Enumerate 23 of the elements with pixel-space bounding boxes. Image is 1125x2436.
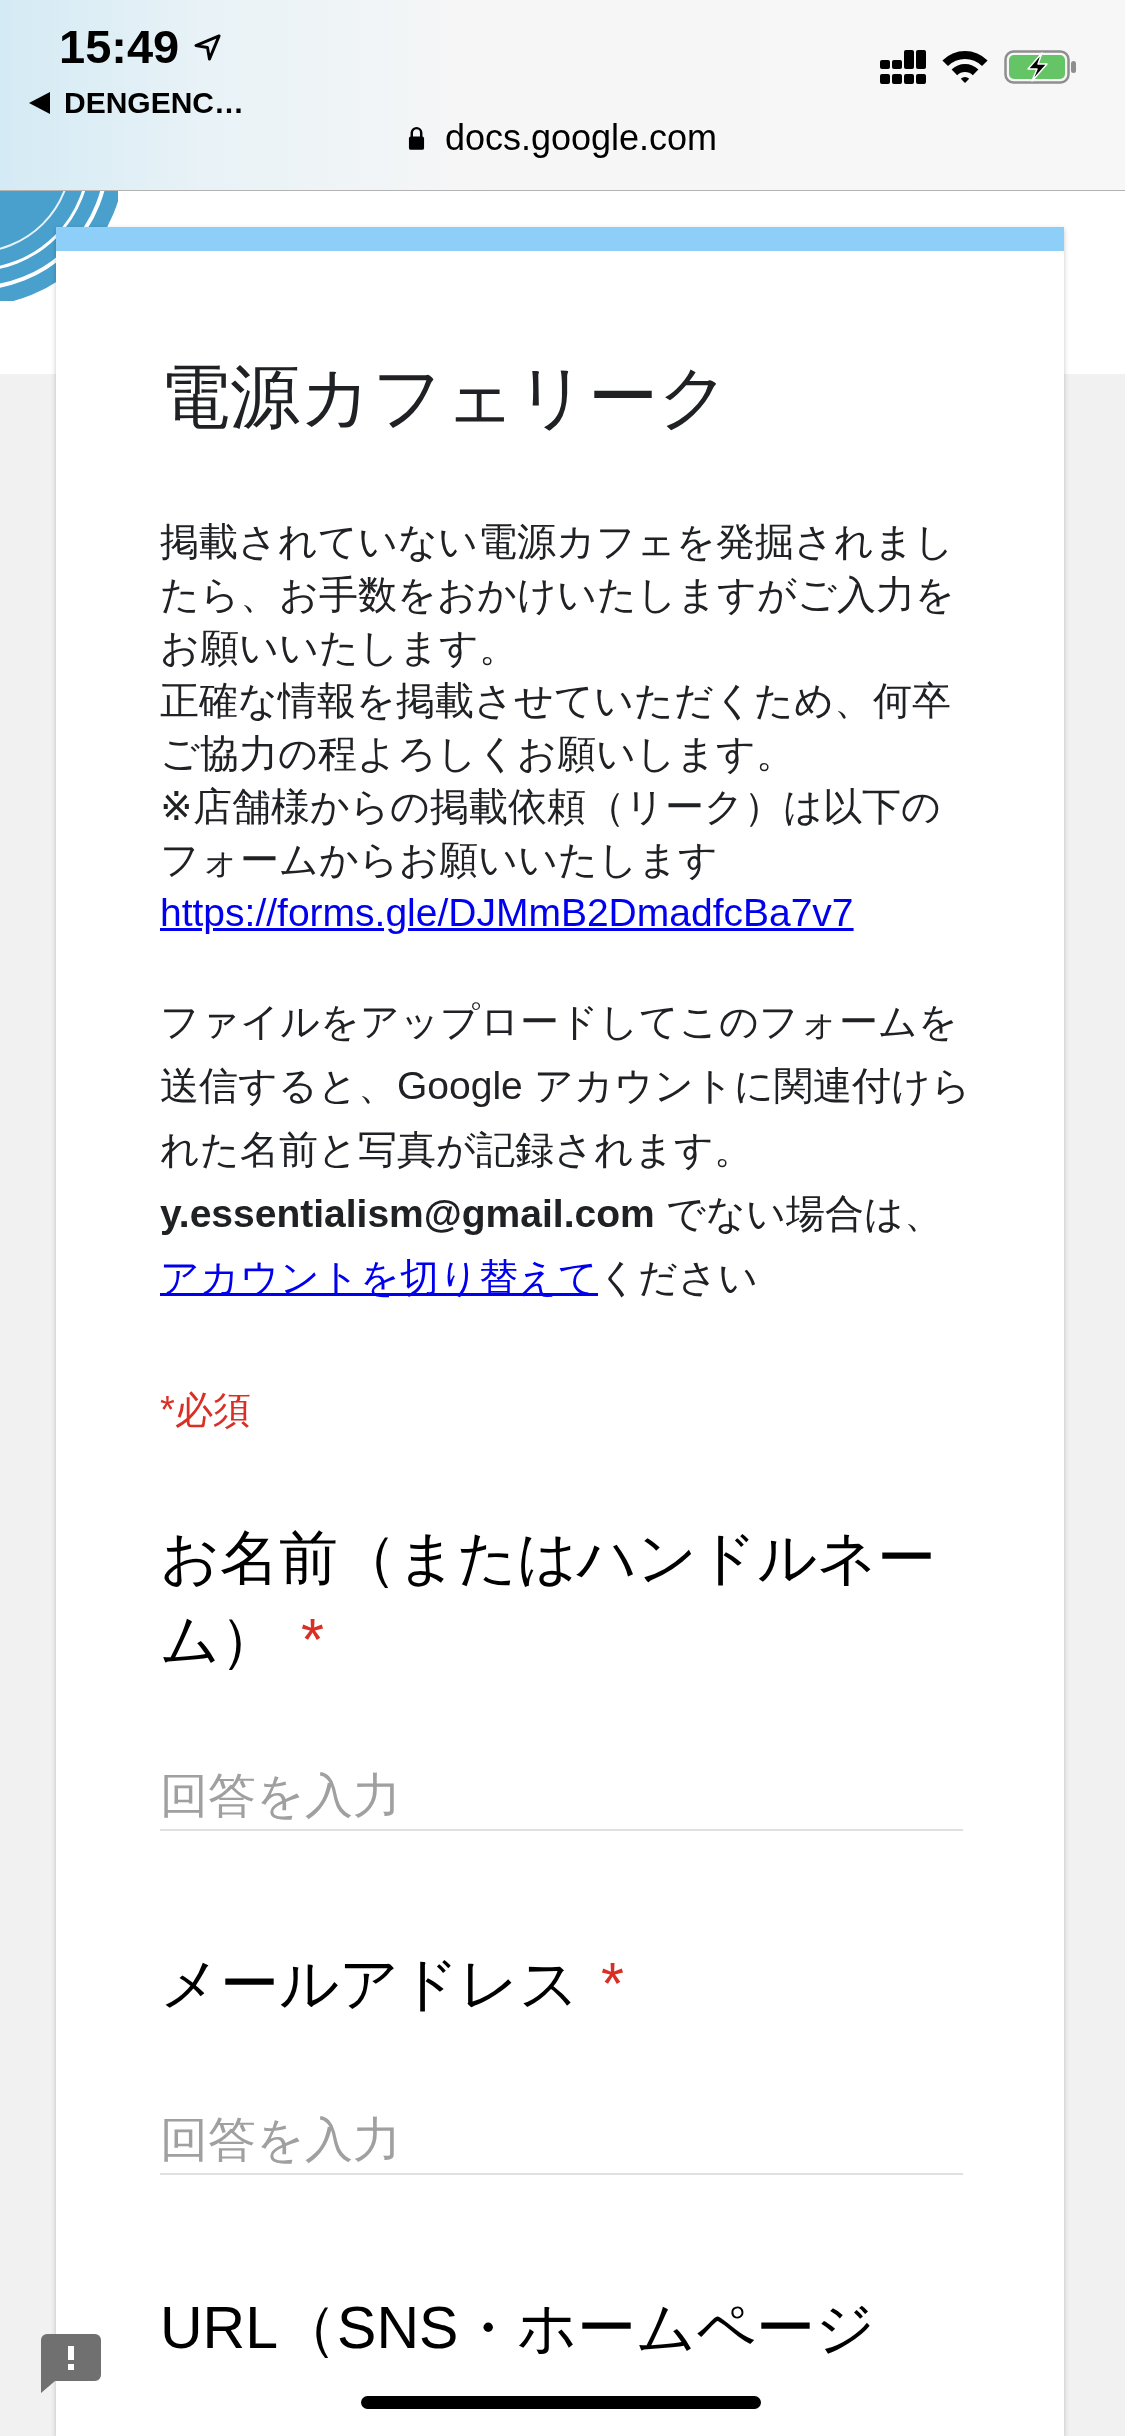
required-note: *必須 <box>160 1388 252 1433</box>
signal-icon <box>880 50 926 84</box>
location-arrow-icon <box>193 32 223 62</box>
feedback-icon[interactable] <box>41 2334 101 2393</box>
question-title: お名前（またはハンドルネーム） * <box>160 1524 937 1675</box>
switch-account-link[interactable]: アカウントを切り替えて <box>160 1256 598 1299</box>
form-link[interactable]: https://forms.gle/DJMmB2DmadfcBa7v7 <box>160 886 854 939</box>
question-title: URL（SNS・ホームページ <box>160 2294 877 2363</box>
answer-field[interactable]: 回答を入力 <box>160 2105 963 2175</box>
account-notice: ファイルをアップロードしてこのフォームを送信すると、Google アカウントに関連付けられた名前と写真が記録されます。y.essentialism@gmail.com でない場合は、 アカウントを切り替えて ください <box>160 999 972 1301</box>
wifi-icon <box>942 50 988 84</box>
lock-icon <box>407 125 425 151</box>
answer-field[interactable]: 回答を入力 <box>160 1761 963 1831</box>
question-title: メールアドレス * <box>160 1950 625 2019</box>
back-button[interactable]: DENGENC… <box>29 86 244 120</box>
description-paragraph: 掲載されていない電源カフェを発掘されましたら、お手数をおかけいたしますがご入力をお願いいたします。 <box>160 519 956 671</box>
form-title: 電源カフェリーク <box>160 357 731 438</box>
description-paragraph: ※店舗様からの掲載依頼（リーク）は以下のフォームからお願いいたします <box>160 784 942 883</box>
description-paragraph: 正確な情報を掲載させていただくため、何卒ご協力の程よろしくお願いします。 <box>160 678 952 777</box>
battery-charging-icon <box>1004 50 1077 84</box>
status-time: 15:49 <box>59 21 180 73</box>
back-triangle-icon <box>29 92 50 114</box>
address-bar[interactable]: docs.google.com <box>407 120 718 156</box>
